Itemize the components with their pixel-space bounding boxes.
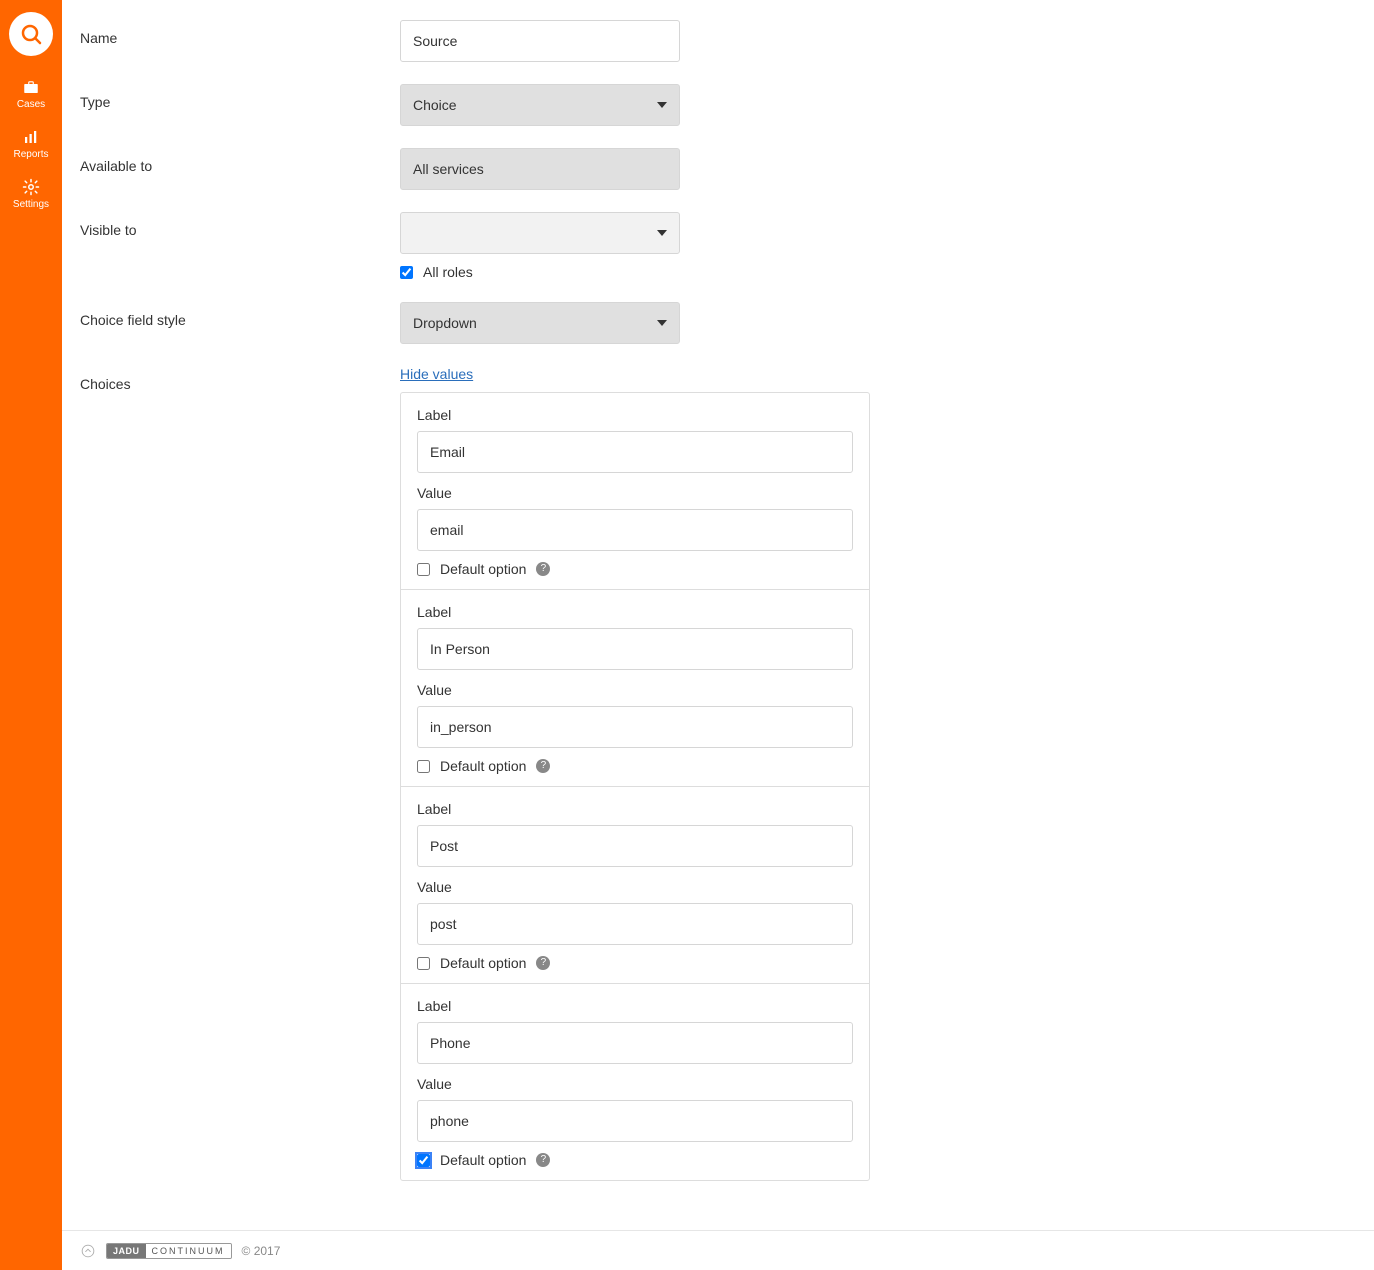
choice-value-input[interactable] xyxy=(417,903,853,945)
bar-chart-icon xyxy=(22,128,40,146)
choice-item: Label Value Default option? xyxy=(401,984,869,1180)
help-icon[interactable]: ? xyxy=(536,759,550,773)
name-field[interactable] xyxy=(400,20,680,62)
help-icon[interactable]: ? xyxy=(536,562,550,576)
magnify-q-icon xyxy=(19,22,43,46)
choices-panel: Label Value Default option? Label Value Defau… xyxy=(400,392,870,1181)
choice-value-heading: Value xyxy=(417,682,853,698)
choice-value-heading: Value xyxy=(417,485,853,501)
default-option-label: Default option xyxy=(440,561,526,577)
main-panel: Name Type Choice Available to xyxy=(62,0,1374,1270)
nav-label: Cases xyxy=(0,99,62,110)
default-option-checkbox[interactable] xyxy=(417,760,430,773)
choice-style-select[interactable]: Dropdown xyxy=(400,302,680,344)
choice-label-heading: Label xyxy=(417,407,853,423)
default-option-label: Default option xyxy=(440,1152,526,1168)
content-scroll[interactable]: Name Type Choice Available to xyxy=(62,0,1374,1230)
default-option-label: Default option xyxy=(440,955,526,971)
choice-label-input[interactable] xyxy=(417,825,853,867)
choice-label-input[interactable] xyxy=(417,1022,853,1064)
label-choice-style: Choice field style xyxy=(80,302,400,328)
help-icon[interactable]: ? xyxy=(536,956,550,970)
briefcase-icon xyxy=(22,78,40,96)
choice-style-value: Dropdown xyxy=(413,315,477,331)
choice-value-input[interactable] xyxy=(417,706,853,748)
chevron-down-icon xyxy=(657,230,667,236)
footer: JADU CONTINUUM © 2017 xyxy=(62,1230,1374,1270)
choice-label-input[interactable] xyxy=(417,628,853,670)
available-to-value: All services xyxy=(413,161,484,177)
footer-brand: JADU CONTINUUM xyxy=(106,1243,232,1259)
type-select[interactable]: Choice xyxy=(400,84,680,126)
footer-brand-b: CONTINUUM xyxy=(146,1244,231,1258)
choice-item: Label Value Default option? xyxy=(401,590,869,787)
type-value: Choice xyxy=(413,97,457,113)
choice-item: Label Value Default option? xyxy=(401,393,869,590)
default-option-label: Default option xyxy=(440,758,526,774)
scroll-top-button[interactable] xyxy=(80,1243,96,1259)
choice-value-input[interactable] xyxy=(417,509,853,551)
default-option-checkbox[interactable] xyxy=(417,1154,430,1167)
all-roles-checkbox[interactable] xyxy=(400,266,413,279)
choice-value-heading: Value xyxy=(417,1076,853,1092)
chevron-down-icon xyxy=(657,102,667,108)
label-choices: Choices xyxy=(80,366,400,392)
label-type: Type xyxy=(80,84,400,110)
nav-label: Settings xyxy=(0,199,62,210)
visible-to-select[interactable] xyxy=(400,212,680,254)
nav-label: Reports xyxy=(0,149,62,160)
choice-item: Label Value Default option? xyxy=(401,787,869,984)
label-name: Name xyxy=(80,20,400,46)
nav-reports[interactable]: Reports xyxy=(0,118,62,168)
app-logo[interactable] xyxy=(9,12,53,56)
hide-values-link[interactable]: Hide values xyxy=(400,366,473,382)
gear-icon xyxy=(22,178,40,196)
choice-value-input[interactable] xyxy=(417,1100,853,1142)
label-available-to: Available to xyxy=(80,148,400,174)
choice-label-heading: Label xyxy=(417,801,853,817)
arrow-up-icon xyxy=(81,1244,95,1258)
choice-label-heading: Label xyxy=(417,604,853,620)
sidebar: Cases Reports Settings xyxy=(0,0,62,1270)
available-to-box: All services xyxy=(400,148,680,190)
choice-label-heading: Label xyxy=(417,998,853,1014)
help-icon[interactable]: ? xyxy=(536,1153,550,1167)
footer-brand-a: JADU xyxy=(107,1244,146,1258)
label-visible-to: Visible to xyxy=(80,212,400,238)
footer-copyright: © 2017 xyxy=(242,1244,281,1258)
choice-label-input[interactable] xyxy=(417,431,853,473)
nav-cases[interactable]: Cases xyxy=(0,68,62,118)
nav-settings[interactable]: Settings xyxy=(0,168,62,218)
chevron-down-icon xyxy=(657,320,667,326)
default-option-checkbox[interactable] xyxy=(417,563,430,576)
choice-value-heading: Value xyxy=(417,879,853,895)
all-roles-label: All roles xyxy=(423,264,473,280)
default-option-checkbox[interactable] xyxy=(417,957,430,970)
